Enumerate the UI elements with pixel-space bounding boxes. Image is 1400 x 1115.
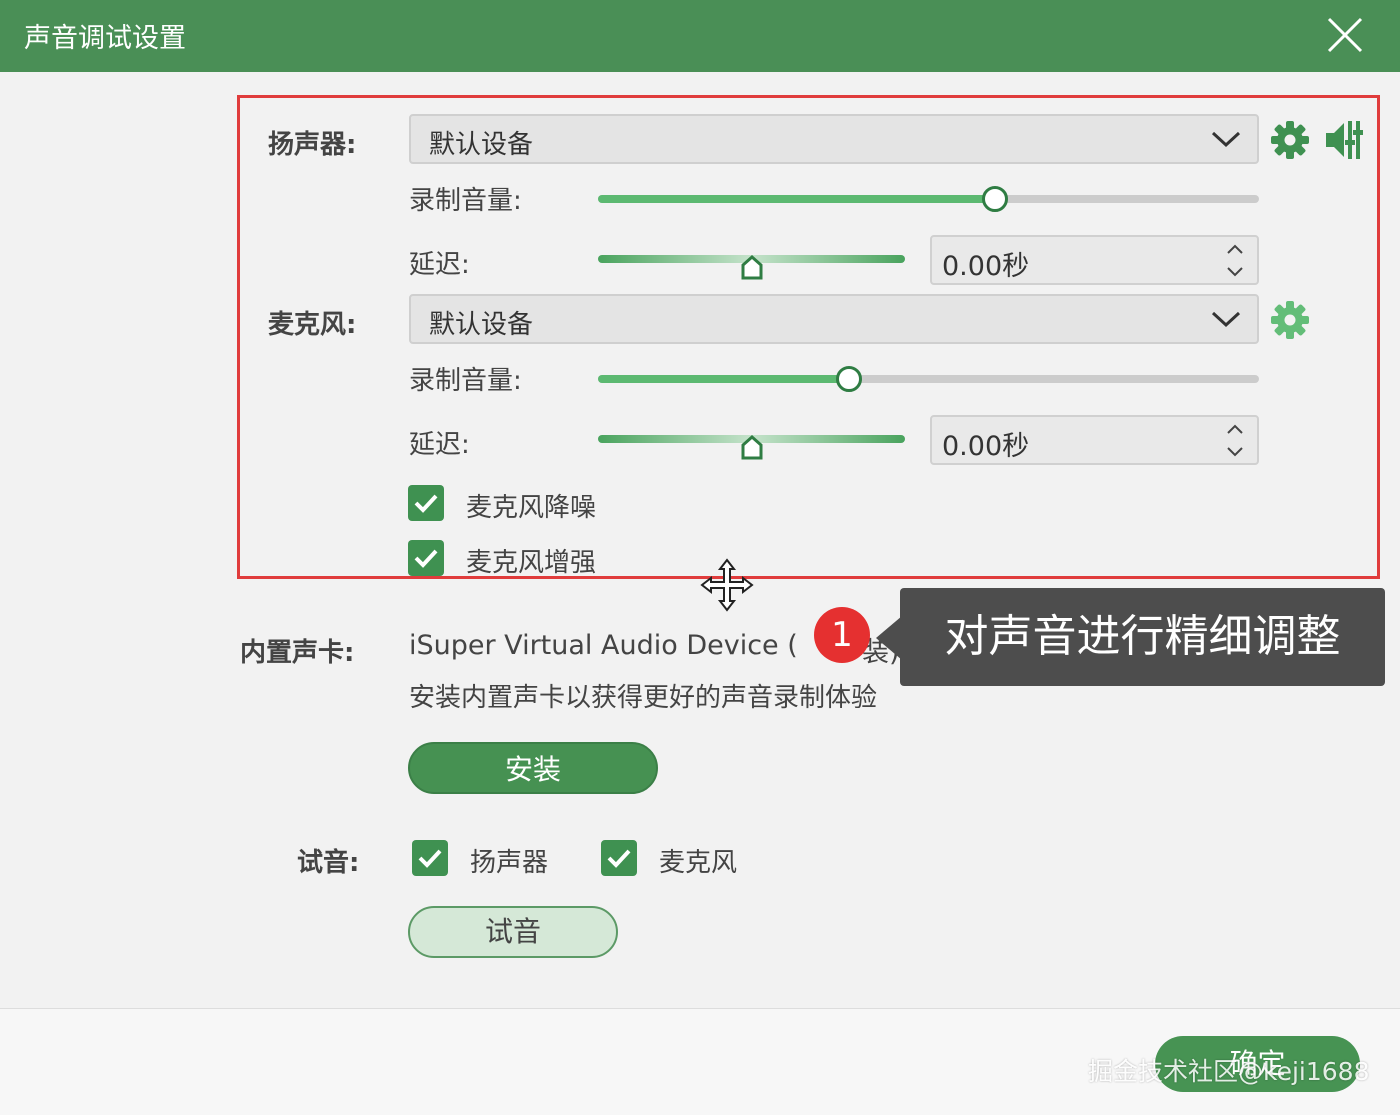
microphone-device-select[interactable]: 默认设备 <box>409 294 1259 344</box>
chevron-down-icon <box>1211 131 1241 148</box>
microphone-volume-fill <box>598 375 850 383</box>
tooltip-arrow <box>876 616 902 660</box>
speaker-volume-thumb[interactable] <box>981 186 1008 212</box>
speaker-device-value: 默认设备 <box>429 130 534 160</box>
install-button[interactable]: 安装 <box>408 742 658 794</box>
microphone-volume-thumb[interactable] <box>836 366 863 392</box>
speaker-gear-icon[interactable] <box>1270 120 1310 160</box>
spinner-arrows-icon[interactable] <box>1223 419 1247 461</box>
speaker-label: 扬声器: <box>268 130 357 160</box>
test-sound-button[interactable]: 试音 <box>408 906 618 958</box>
soundcard-device-name: iSuper Virtual Audio Device ( <box>409 630 798 661</box>
speaker-device-select[interactable]: 默认设备 <box>409 114 1259 164</box>
annotation-badge: 1 <box>814 607 870 663</box>
speaker-volume-fill <box>598 195 995 203</box>
microphone-label: 麦克风: <box>268 310 357 340</box>
watermark-text: 掘金技术社区@keji1688 <box>1088 1057 1370 1086</box>
speaker-mixer-icon[interactable] <box>1322 118 1366 162</box>
mic-enhance-label: 麦克风增强 <box>466 548 597 578</box>
speaker-volume-label: 录制音量: <box>409 186 522 216</box>
checkmark-icon <box>418 849 442 868</box>
microphone-volume-slider[interactable] <box>598 366 1259 392</box>
move-cursor-icon <box>700 558 754 612</box>
chevron-down-icon <box>1211 311 1241 328</box>
close-icon[interactable] <box>1322 12 1368 58</box>
title-bar: 声音调试设置 <box>0 0 1400 72</box>
spinner-arrows-icon[interactable] <box>1223 239 1247 281</box>
speaker-volume-slider[interactable] <box>598 186 1259 212</box>
annotation-tooltip: 对声音进行精细调整 <box>900 588 1385 686</box>
microphone-delay-thumb[interactable] <box>739 434 765 460</box>
speaker-delay-value: 0.00秒 <box>942 251 1030 282</box>
test-mic-checkbox[interactable] <box>601 840 637 876</box>
speaker-delay-thumb[interactable] <box>739 254 765 280</box>
test-speaker-label: 扬声器 <box>470 848 549 878</box>
checkmark-icon <box>414 549 438 568</box>
microphone-delay-spinner[interactable]: 0.00秒 <box>930 415 1259 465</box>
speaker-delay-label: 延迟: <box>409 250 470 280</box>
soundcard-hint: 安装内置声卡以获得更好的声音录制体验 <box>409 683 878 713</box>
noise-reduction-checkbox[interactable] <box>408 485 444 521</box>
microphone-volume-label: 录制音量: <box>409 366 522 396</box>
checkmark-icon <box>607 849 631 868</box>
checkmark-icon <box>414 494 438 513</box>
test-mic-label: 麦克风 <box>659 848 738 878</box>
test-speaker-checkbox[interactable] <box>412 840 448 876</box>
window-title: 声音调试设置 <box>24 23 186 54</box>
microphone-device-value: 默认设备 <box>429 310 534 340</box>
mic-enhance-checkbox[interactable] <box>408 540 444 576</box>
noise-reduction-label: 麦克风降噪 <box>466 493 597 523</box>
test-label: 试音: <box>297 848 360 878</box>
speaker-delay-spinner[interactable]: 0.00秒 <box>930 235 1259 285</box>
microphone-delay-label: 延迟: <box>409 430 470 460</box>
microphone-gear-icon[interactable] <box>1270 300 1310 340</box>
microphone-delay-value: 0.00秒 <box>942 431 1030 462</box>
soundcard-label: 内置声卡: <box>240 638 355 668</box>
